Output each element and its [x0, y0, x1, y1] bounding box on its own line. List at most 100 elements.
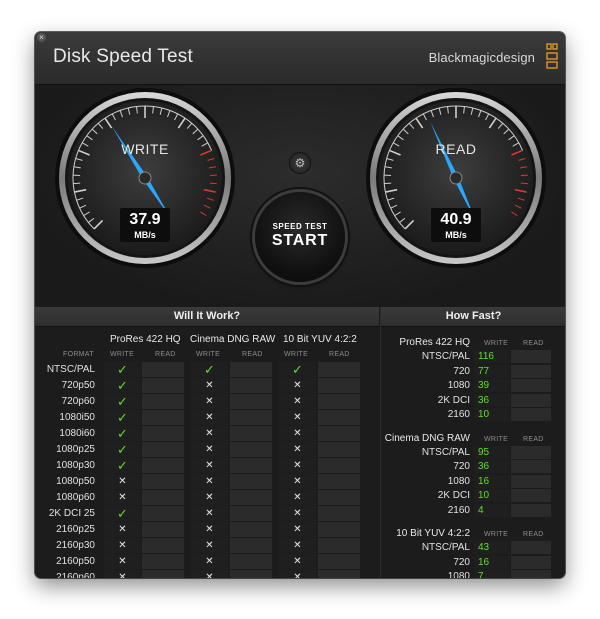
how-fast-write-fps: 16: [478, 556, 490, 568]
read-result-cell: [142, 522, 184, 537]
format-name: 1080i60: [59, 428, 95, 439]
how-fast-read-cell: [511, 364, 551, 378]
check-icon: ✓: [117, 410, 128, 425]
how-fast-row: NTSC/PAL 43: [381, 541, 565, 556]
read-result-cell: [318, 522, 360, 537]
format-row: 1080i50 ✓ ✕ ✕: [35, 410, 379, 426]
how-fast-format-name: NTSC/PAL: [421, 446, 470, 458]
cross-icon: ✕: [293, 396, 302, 407]
format-row: 1080p60 ✕ ✕ ✕: [35, 490, 379, 506]
read-result-cell: [318, 458, 360, 473]
brand-logo-icon: [546, 43, 558, 69]
read-result-cell: [142, 554, 184, 569]
how-fast-format-name: 2160: [447, 504, 470, 516]
read-result-cell: [230, 458, 272, 473]
how-fast-read-cell: [511, 393, 551, 407]
yuv-write-label: WRITE: [284, 351, 309, 358]
start-speed-test-button[interactable]: SPEED TEST START: [255, 192, 345, 282]
how-fast-format-name: 1080: [447, 475, 470, 487]
prores-write-label: WRITE: [110, 351, 135, 358]
format-row: 720p50 ✓ ✕ ✕: [35, 378, 379, 394]
how-fast-row: NTSC/PAL 116: [381, 350, 565, 365]
how-fast-group-header: 10 Bit YUV 4:2:2 WRITE READ: [381, 523, 565, 541]
read-result-cell: [318, 442, 360, 457]
check-icon: ✓: [117, 362, 128, 377]
read-result-cell: [230, 490, 272, 505]
how-fast-group-header: ProRes 422 HQ WRITE READ: [381, 332, 565, 350]
read-result-cell: [142, 570, 184, 578]
settings-gear-icon[interactable]: ⚙: [289, 152, 311, 174]
how-fast-row: 2K DCI 36: [381, 393, 565, 409]
cross-icon: ✕: [293, 524, 302, 535]
read-result-cell: [142, 362, 184, 377]
read-result-cell: [142, 426, 184, 441]
start-button-label: START: [271, 232, 329, 249]
read-result-cell: [318, 410, 360, 425]
how-fast-read-label: READ: [523, 531, 544, 538]
read-result-cell: [318, 554, 360, 569]
cross-icon: ✕: [205, 444, 214, 455]
how-fast-format-name: 1080: [447, 571, 470, 578]
brand-name: Blackmagicdesign: [428, 50, 535, 65]
read-redline-tick: [520, 182, 528, 185]
format-name: 1080i50: [59, 412, 95, 423]
how-fast-read-label: READ: [523, 435, 544, 443]
read-readout: 40.9 MB/s: [431, 208, 481, 242]
cross-icon: ✕: [293, 380, 302, 391]
codec-header-row: ProRes 422 HQ Cinema DNG RAW 10 Bit YUV …: [35, 327, 379, 345]
read-result-cell: [142, 506, 184, 521]
how-fast-format-name: 720: [453, 365, 470, 377]
read-result-cell: [230, 378, 272, 393]
title-bar: × Disk Speed Test Blackmagicdesign: [35, 32, 565, 85]
read-gauge: READ 40.9 MB/s: [363, 85, 549, 271]
how-fast-write-fps: 43: [478, 542, 490, 553]
how-fast-title: How Fast?: [381, 307, 565, 327]
close-icon[interactable]: ×: [37, 33, 46, 42]
cross-icon: ✕: [293, 428, 302, 439]
app-title: Disk Speed Test: [53, 46, 193, 67]
how-fast-panel: How Fast? ProRes 422 HQ WRITE READ NTSC/PAL…: [380, 307, 565, 578]
read-speed-value: 40.9: [440, 211, 472, 228]
how-fast-read-cell: [511, 570, 551, 578]
how-fast-codec-title: 10 Bit YUV 4:2:2: [396, 528, 470, 539]
read-result-cell: [142, 410, 184, 425]
will-it-work-table: NTSC/PAL ✓ ✓ ✓ 720p50 ✓ ✕ ✕ 720p60 ✓ ✕ ✕ 1080i50 ✓ ✕ ✕ 1…: [35, 362, 379, 578]
format-row: 1080p25 ✓ ✕ ✕: [35, 442, 379, 458]
format-name: 2160p50: [56, 556, 95, 567]
cross-icon: ✕: [205, 572, 214, 578]
format-row: 2160p50 ✕ ✕ ✕: [35, 554, 379, 570]
read-result-cell: [318, 474, 360, 489]
read-needle-hub: [449, 171, 463, 185]
how-fast-read-cell: [511, 379, 551, 392]
how-fast-row: 2160 4: [381, 503, 565, 519]
read-gauge-label: READ: [435, 141, 477, 157]
how-fast-format-name: NTSC/PAL: [421, 542, 470, 553]
cross-icon: ✕: [293, 572, 302, 578]
format-name: 1080p60: [56, 492, 95, 503]
cross-icon: ✕: [205, 524, 214, 535]
write-speed-value: 37.9: [129, 211, 161, 228]
read-result-cell: [230, 394, 272, 409]
cross-icon: ✕: [118, 556, 127, 567]
cross-icon: ✕: [293, 444, 302, 455]
cross-icon: ✕: [205, 476, 214, 487]
cross-icon: ✕: [205, 380, 214, 391]
format-row: 1080i60 ✓ ✕ ✕: [35, 426, 379, 442]
how-fast-read-label: READ: [523, 340, 544, 347]
cross-icon: ✕: [118, 572, 127, 578]
how-fast-read-cell: [511, 541, 551, 554]
cross-icon: ✕: [205, 460, 214, 471]
how-fast-group: ProRes 422 HQ WRITE READ NTSC/PAL 116 720 77 10…: [381, 332, 565, 423]
cross-icon: ✕: [205, 540, 214, 551]
how-fast-row: 720 16: [381, 555, 565, 571]
read-result-cell: [318, 538, 360, 553]
yuv-read-label: READ: [329, 351, 350, 358]
check-icon: ✓: [117, 458, 128, 473]
read-result-cell: [230, 362, 272, 377]
how-fast-table: ProRes 422 HQ WRITE READ NTSC/PAL 116 720 77 10…: [381, 327, 565, 578]
format-row: 1080p50 ✕ ✕ ✕: [35, 474, 379, 490]
cross-icon: ✕: [118, 492, 127, 503]
how-fast-format-name: 2K DCI: [437, 394, 470, 406]
how-fast-write-fps: 36: [478, 461, 490, 472]
read-gauge-tick: [384, 182, 392, 185]
